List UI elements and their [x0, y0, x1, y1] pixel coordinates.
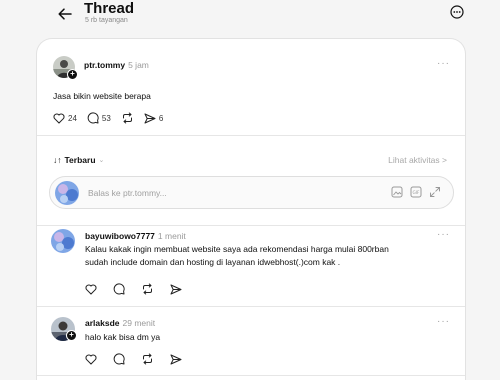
heart-icon: [53, 112, 65, 124]
back-button[interactable]: [55, 4, 75, 24]
reply-time: 29 menit: [122, 318, 156, 328]
thread-card: + ptr.tommy 5 jam ··· Jasa bikin website …: [36, 38, 466, 380]
reply-text-line: sudah include domain dan hosting di laya…: [85, 257, 341, 267]
image-icon[interactable]: [391, 186, 403, 198]
sort-label: Terbaru: [64, 155, 96, 165]
post-time: 5 jam: [128, 60, 149, 70]
follow-plus-icon[interactable]: +: [66, 330, 77, 341]
post-text: Jasa bikin website berapa: [53, 91, 151, 101]
reply-actions: [85, 283, 182, 295]
repost-icon[interactable]: [141, 283, 154, 295]
heart-icon[interactable]: [85, 353, 97, 365]
reply-placeholder: Balas ke ptr.tommy...: [88, 188, 167, 198]
comment-icon[interactable]: [113, 283, 125, 295]
comment-icon[interactable]: [113, 353, 125, 365]
heart-icon[interactable]: [85, 283, 97, 295]
send-icon: [144, 113, 156, 123]
comment-icon: [87, 112, 99, 124]
reply-author[interactable]: arlaksde 29 menit: [85, 318, 155, 328]
sort-icon: ↓↑: [53, 155, 62, 165]
reply-actions: [85, 353, 182, 365]
divider: [37, 225, 465, 226]
divider: [37, 375, 465, 376]
like-count: 24: [68, 113, 77, 123]
arrow-left-icon: [58, 8, 72, 20]
comment-button[interactable]: 53: [87, 112, 111, 124]
repost-button[interactable]: [121, 112, 134, 124]
divider: [37, 306, 465, 307]
reply-author[interactable]: bayuwibowo7777 1 menit: [85, 231, 186, 241]
like-button[interactable]: 24: [53, 112, 77, 124]
comment-count: 53: [101, 113, 111, 123]
more-circle-icon: [450, 5, 464, 19]
post-actions: 24 53 6: [53, 112, 163, 124]
divider: [37, 135, 465, 136]
share-count: 6: [158, 113, 164, 123]
reply-text: Kalau kakak ingin membuat website saya a…: [85, 243, 389, 269]
chevron-down-icon: ⌄: [98, 157, 105, 164]
reply-more-icon[interactable]: ···: [437, 229, 450, 240]
reply-author-avatar[interactable]: [51, 229, 75, 253]
reply-text-line: Kalau kakak ingin membuat website saya a…: [85, 244, 389, 254]
gif-icon[interactable]: GIF: [410, 186, 422, 198]
current-user-avatar: [55, 181, 79, 205]
reply-input[interactable]: Balas ke ptr.tommy... GIF: [49, 176, 454, 209]
page-title: Thread: [84, 0, 135, 17]
view-count: 5 rb tayangan: [85, 17, 128, 24]
view-activity-link[interactable]: Lihat aktivitas >: [388, 155, 447, 165]
reply-more-icon[interactable]: ···: [437, 316, 450, 327]
reply-text: halo kak bisa dm ya: [85, 332, 161, 342]
send-icon[interactable]: [170, 354, 182, 365]
post-more-icon[interactable]: ···: [437, 58, 450, 69]
repost-icon: [122, 112, 132, 124]
more-options-button[interactable]: [448, 3, 466, 21]
sort-dropdown[interactable]: ↓↑ Terbaru ⌄: [53, 155, 104, 165]
follow-plus-icon[interactable]: +: [67, 69, 78, 80]
post-author[interactable]: ptr.tommy 5 jam: [84, 60, 149, 70]
chevron-right-icon: >: [442, 155, 447, 165]
share-button[interactable]: 6: [144, 113, 163, 124]
svg-text:GIF: GIF: [413, 190, 420, 195]
send-icon[interactable]: [170, 284, 182, 295]
top-bar: Thread 5 rb tayangan: [0, 0, 500, 36]
repost-icon[interactable]: [141, 353, 154, 365]
reply-time: 1 menit: [157, 231, 186, 241]
reply-tools: GIF: [391, 186, 441, 198]
expand-icon[interactable]: [429, 186, 441, 198]
